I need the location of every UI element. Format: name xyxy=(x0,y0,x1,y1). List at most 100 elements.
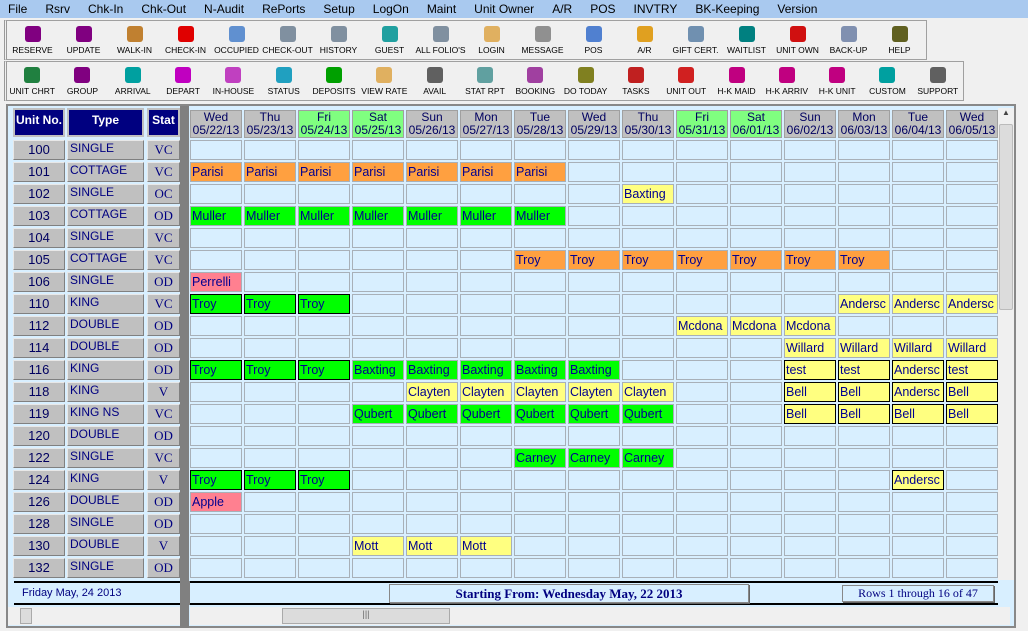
empty-cell[interactable] xyxy=(460,426,512,446)
menu-version[interactable]: Version xyxy=(777,0,817,18)
unit-number[interactable]: 132 xyxy=(13,558,65,578)
unit-type[interactable]: KING NS xyxy=(67,404,144,424)
unit-status[interactable]: OD xyxy=(147,316,180,336)
unit-type[interactable]: DOUBLE xyxy=(67,338,144,358)
booking-cell[interactable]: Troy xyxy=(622,250,674,270)
booking-cell[interactable]: Clayten xyxy=(406,382,458,402)
day-header[interactable]: Sat 05/25/13 xyxy=(352,110,404,138)
day-header[interactable]: Fri 05/31/13 xyxy=(676,110,728,138)
empty-cell[interactable] xyxy=(676,162,728,182)
empty-cell[interactable] xyxy=(514,470,566,490)
empty-cell[interactable] xyxy=(514,272,566,292)
empty-cell[interactable] xyxy=(676,338,728,358)
empty-cell[interactable] xyxy=(568,140,620,160)
day-header[interactable]: Thu 05/30/13 xyxy=(622,110,674,138)
empty-cell[interactable] xyxy=(730,206,782,226)
empty-cell[interactable] xyxy=(730,360,782,380)
unit-number[interactable]: 114 xyxy=(13,338,65,358)
booking-cell[interactable]: Troy xyxy=(568,250,620,270)
unit-number[interactable]: 100 xyxy=(13,140,65,160)
booking-cell[interactable]: Carney xyxy=(514,448,566,468)
empty-cell[interactable] xyxy=(514,140,566,160)
unit-number[interactable]: 120 xyxy=(13,426,65,446)
support-button[interactable]: SUPPORT xyxy=(913,62,963,100)
unit-status[interactable]: VC xyxy=(147,250,180,270)
booking-cell[interactable]: Parisi xyxy=(244,162,296,182)
empty-cell[interactable] xyxy=(298,140,350,160)
empty-cell[interactable] xyxy=(892,162,944,182)
empty-cell[interactable] xyxy=(730,272,782,292)
empty-cell[interactable] xyxy=(244,184,296,204)
empty-cell[interactable] xyxy=(946,536,998,556)
empty-cell[interactable] xyxy=(676,360,728,380)
empty-cell[interactable] xyxy=(892,250,944,270)
booking-cell[interactable]: Baxting xyxy=(460,360,512,380)
empty-cell[interactable] xyxy=(568,492,620,512)
booking-cell[interactable]: Mott xyxy=(406,536,458,556)
menu-reports[interactable]: RePorts xyxy=(262,0,305,18)
pos-button[interactable]: POS xyxy=(568,21,619,59)
booking-cell[interactable]: Troy xyxy=(676,250,728,270)
in-house-button[interactable]: IN-HOUSE xyxy=(208,62,258,100)
a-r-button[interactable]: A/R xyxy=(619,21,670,59)
empty-cell[interactable] xyxy=(568,536,620,556)
unit-number[interactable]: 116 xyxy=(13,360,65,380)
booking-cell[interactable]: Troy xyxy=(244,470,296,490)
empty-cell[interactable] xyxy=(838,316,890,336)
unit-number[interactable]: 105 xyxy=(13,250,65,270)
unit-type[interactable]: COTTAGE xyxy=(67,206,144,226)
menu-setup[interactable]: Setup xyxy=(323,0,354,18)
booking-cell[interactable]: Andersc xyxy=(946,294,998,314)
empty-cell[interactable] xyxy=(838,558,890,578)
unit-type[interactable]: KING xyxy=(67,294,144,314)
unit-number[interactable]: 118 xyxy=(13,382,65,402)
unit-status[interactable]: OD xyxy=(147,492,180,512)
unit-type[interactable]: SINGLE xyxy=(67,140,144,160)
empty-cell[interactable] xyxy=(730,228,782,248)
booking-cell[interactable]: Bell xyxy=(784,382,836,402)
empty-cell[interactable] xyxy=(298,536,350,556)
empty-cell[interactable] xyxy=(352,382,404,402)
booking-cell[interactable]: Parisi xyxy=(406,162,458,182)
unit-type[interactable]: SINGLE xyxy=(67,272,144,292)
empty-cell[interactable] xyxy=(460,558,512,578)
unit-number[interactable]: 103 xyxy=(13,206,65,226)
empty-cell[interactable] xyxy=(946,162,998,182)
empty-cell[interactable] xyxy=(730,558,782,578)
booking-cell[interactable]: Mott xyxy=(352,536,404,556)
unit-number[interactable]: 112 xyxy=(13,316,65,336)
empty-cell[interactable] xyxy=(892,448,944,468)
empty-cell[interactable] xyxy=(892,272,944,292)
empty-cell[interactable] xyxy=(622,360,674,380)
empty-cell[interactable] xyxy=(946,558,998,578)
empty-cell[interactable] xyxy=(838,228,890,248)
booking-cell[interactable]: Qubert xyxy=(406,404,458,424)
empty-cell[interactable] xyxy=(946,272,998,292)
unit-type[interactable]: DOUBLE xyxy=(67,316,144,336)
booking-cell[interactable]: Parisi xyxy=(514,162,566,182)
booking-cell[interactable]: test xyxy=(784,360,836,380)
empty-cell[interactable] xyxy=(514,558,566,578)
empty-cell[interactable] xyxy=(568,558,620,578)
empty-cell[interactable] xyxy=(622,492,674,512)
unit-status[interactable]: OD xyxy=(147,206,180,226)
empty-cell[interactable] xyxy=(298,558,350,578)
empty-cell[interactable] xyxy=(838,514,890,534)
empty-cell[interactable] xyxy=(298,382,350,402)
panel-splitter[interactable] xyxy=(180,106,189,628)
empty-cell[interactable] xyxy=(460,492,512,512)
empty-cell[interactable] xyxy=(190,338,242,358)
booking-cell[interactable]: Baxting xyxy=(514,360,566,380)
unit-status[interactable]: VC xyxy=(147,162,180,182)
unit-type[interactable]: DOUBLE xyxy=(67,492,144,512)
empty-cell[interactable] xyxy=(244,316,296,336)
empty-cell[interactable] xyxy=(784,294,836,314)
unit-status[interactable]: OD xyxy=(147,426,180,446)
guest-button[interactable]: GUEST xyxy=(364,21,415,59)
check-out-button[interactable]: CHECK-OUT xyxy=(262,21,313,59)
empty-cell[interactable] xyxy=(730,338,782,358)
empty-cell[interactable] xyxy=(406,514,458,534)
empty-cell[interactable] xyxy=(190,382,242,402)
booking-cell[interactable]: Clayten xyxy=(568,382,620,402)
unit-status[interactable]: OD xyxy=(147,338,180,358)
